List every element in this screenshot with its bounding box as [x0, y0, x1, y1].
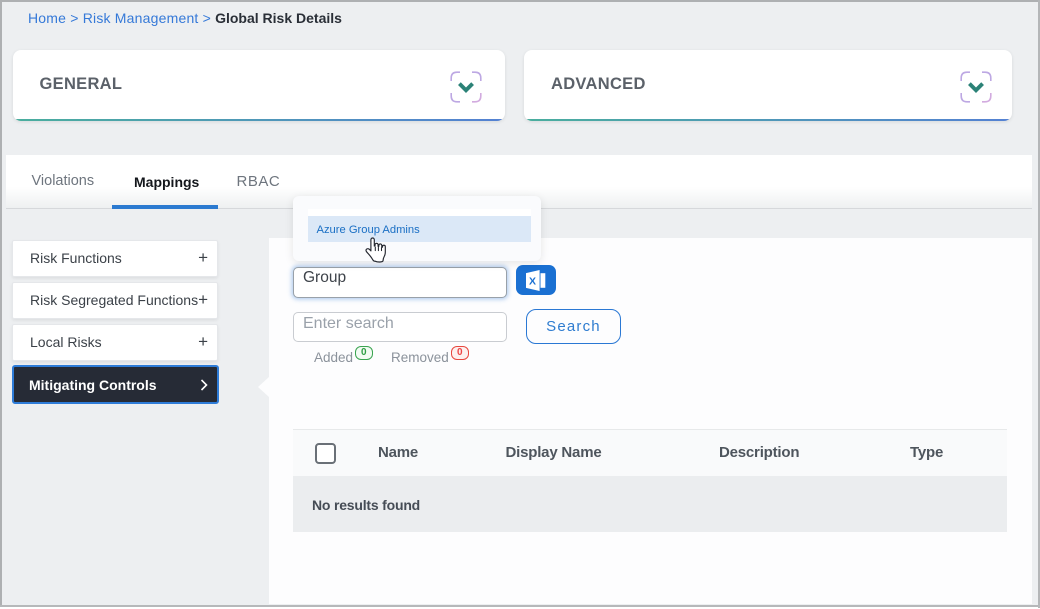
svg-text:X: X	[529, 275, 536, 287]
